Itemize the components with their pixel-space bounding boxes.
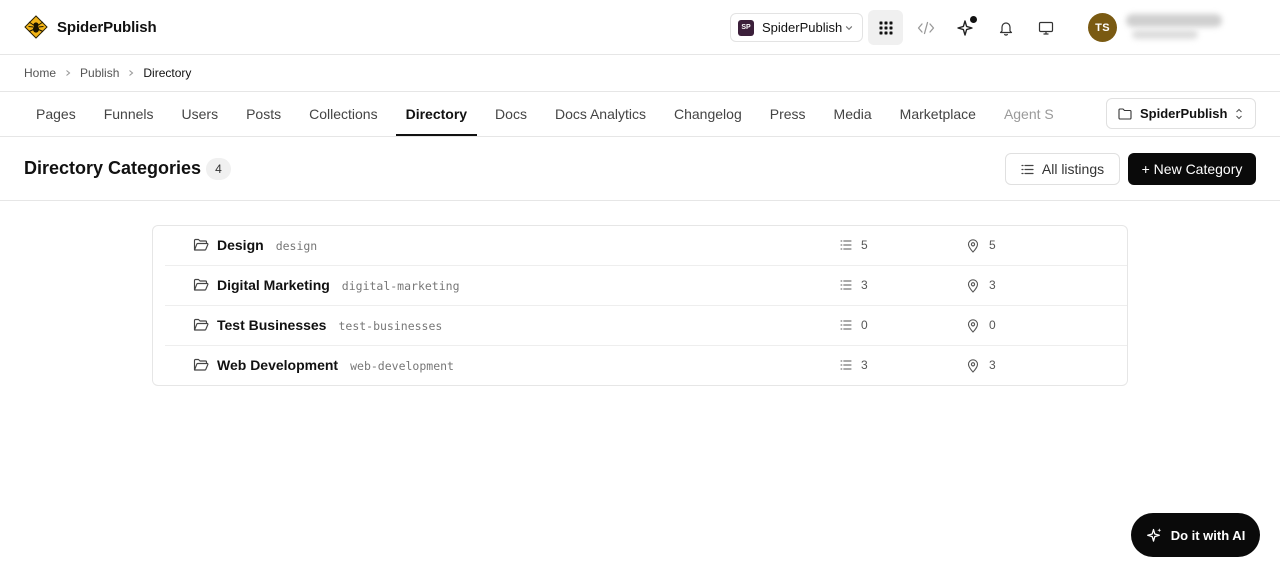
- list-icon: [840, 280, 852, 290]
- tab-docs[interactable]: Docs: [481, 92, 541, 136]
- avatar[interactable]: TS: [1088, 13, 1117, 42]
- do-it-with-ai-button[interactable]: Do it with AI: [1131, 513, 1260, 557]
- code-icon: [917, 21, 935, 35]
- brand[interactable]: SpiderPublish: [24, 15, 157, 39]
- divider: [0, 200, 1280, 201]
- code-button[interactable]: [908, 10, 943, 45]
- breadcrumb: Home Publish Directory: [24, 66, 191, 80]
- ai-assistant-button[interactable]: [948, 10, 983, 45]
- chevron-right-icon: [127, 69, 135, 77]
- location-count: 3: [989, 358, 996, 372]
- listing-count: 0: [861, 318, 868, 332]
- chevron-down-icon: [844, 23, 854, 33]
- tab-marketplace[interactable]: Marketplace: [886, 92, 990, 136]
- notifications-button[interactable]: [988, 10, 1023, 45]
- workspace-badge: SP: [738, 19, 754, 36]
- ai-button-label: Do it with AI: [1170, 527, 1246, 543]
- user-info-redacted[interactable]: [1126, 14, 1238, 40]
- page-title: Directory Categories: [24, 158, 202, 178]
- ai-sparkle-icon: [1146, 527, 1163, 544]
- notification-dot: [970, 16, 977, 23]
- tab-directory[interactable]: Directory: [392, 92, 481, 136]
- folder-icon: [1118, 107, 1132, 120]
- tab-agent[interactable]: Agent S: [990, 92, 1068, 136]
- map-pin-icon: [967, 239, 979, 253]
- folder-open-icon: [193, 318, 209, 332]
- list-item[interactable]: Design design 5 5: [153, 226, 1127, 266]
- folder-open-icon: [193, 278, 209, 292]
- workspace-select[interactable]: SP SpiderPublish: [730, 13, 863, 42]
- all-listings-button[interactable]: All listings: [1005, 153, 1120, 185]
- categories-list: Design design 5 5 Digital Marketing digi…: [152, 225, 1128, 386]
- list-item[interactable]: Digital Marketing digital-marketing 3 3: [153, 266, 1127, 306]
- folder-open-icon: [193, 238, 209, 252]
- breadcrumb-publish[interactable]: Publish: [80, 66, 119, 80]
- breadcrumb-directory: Directory: [143, 66, 192, 80]
- category-slug: web-development: [350, 359, 454, 373]
- breadcrumb-home[interactable]: Home: [24, 66, 56, 80]
- bell-icon: [998, 20, 1014, 36]
- new-category-button[interactable]: + New Category: [1128, 153, 1256, 185]
- brand-name: SpiderPublish: [57, 18, 157, 36]
- tab-press[interactable]: Press: [756, 92, 820, 136]
- site-select[interactable]: SpiderPublish: [1106, 98, 1256, 129]
- map-pin-icon: [967, 279, 979, 293]
- chevron-up-down-icon: [1234, 107, 1244, 121]
- chevron-right-icon: [64, 69, 72, 77]
- divider: [0, 136, 1280, 137]
- preview-button[interactable]: [1028, 10, 1063, 45]
- tab-media[interactable]: Media: [820, 92, 886, 136]
- tab-funnels[interactable]: Funnels: [90, 92, 168, 136]
- folder-open-icon: [193, 358, 209, 372]
- top-header: SpiderPublish SP SpiderPublish TS: [0, 0, 1280, 55]
- section-tabs: Pages Funnels Users Posts Collections Di…: [22, 92, 1088, 136]
- list-icon: [840, 240, 852, 250]
- list-item[interactable]: Test Businesses test-businesses 0 0: [153, 306, 1127, 346]
- list-icon: [1021, 164, 1034, 175]
- tab-pages[interactable]: Pages: [22, 92, 90, 136]
- tab-changelog[interactable]: Changelog: [660, 92, 756, 136]
- apps-grid-button[interactable]: [868, 10, 903, 45]
- location-count: 0: [989, 318, 996, 332]
- listing-count: 3: [861, 278, 868, 292]
- tab-collections[interactable]: Collections: [295, 92, 391, 136]
- spider-logo-icon: [24, 15, 48, 39]
- category-name: Web Development: [217, 357, 339, 373]
- category-name: Test Businesses: [217, 317, 327, 333]
- listing-count: 5: [861, 238, 868, 252]
- tab-posts[interactable]: Posts: [232, 92, 295, 136]
- category-name: Design: [217, 237, 264, 253]
- category-name: Digital Marketing: [217, 277, 330, 293]
- tab-users[interactable]: Users: [168, 92, 233, 136]
- map-pin-icon: [967, 359, 979, 373]
- monitor-icon: [1038, 20, 1054, 36]
- apps-grid-icon: [879, 21, 893, 35]
- workspace-name: SpiderPublish: [762, 20, 843, 35]
- tab-docs-analytics[interactable]: Docs Analytics: [541, 92, 660, 136]
- all-listings-label: All listings: [1041, 161, 1105, 177]
- list-icon: [840, 360, 852, 370]
- category-slug: design: [275, 239, 318, 253]
- list-item[interactable]: Web Development web-development 3 3: [153, 346, 1127, 385]
- location-count: 3: [989, 278, 996, 292]
- category-slug: digital-marketing: [341, 279, 460, 293]
- category-slug: test-businesses: [338, 319, 443, 333]
- category-count-badge: 4: [206, 158, 231, 180]
- map-pin-icon: [967, 319, 979, 333]
- site-select-label: SpiderPublish: [1140, 106, 1228, 121]
- location-count: 5: [989, 238, 996, 252]
- listing-count: 3: [861, 358, 868, 372]
- list-icon: [840, 320, 852, 330]
